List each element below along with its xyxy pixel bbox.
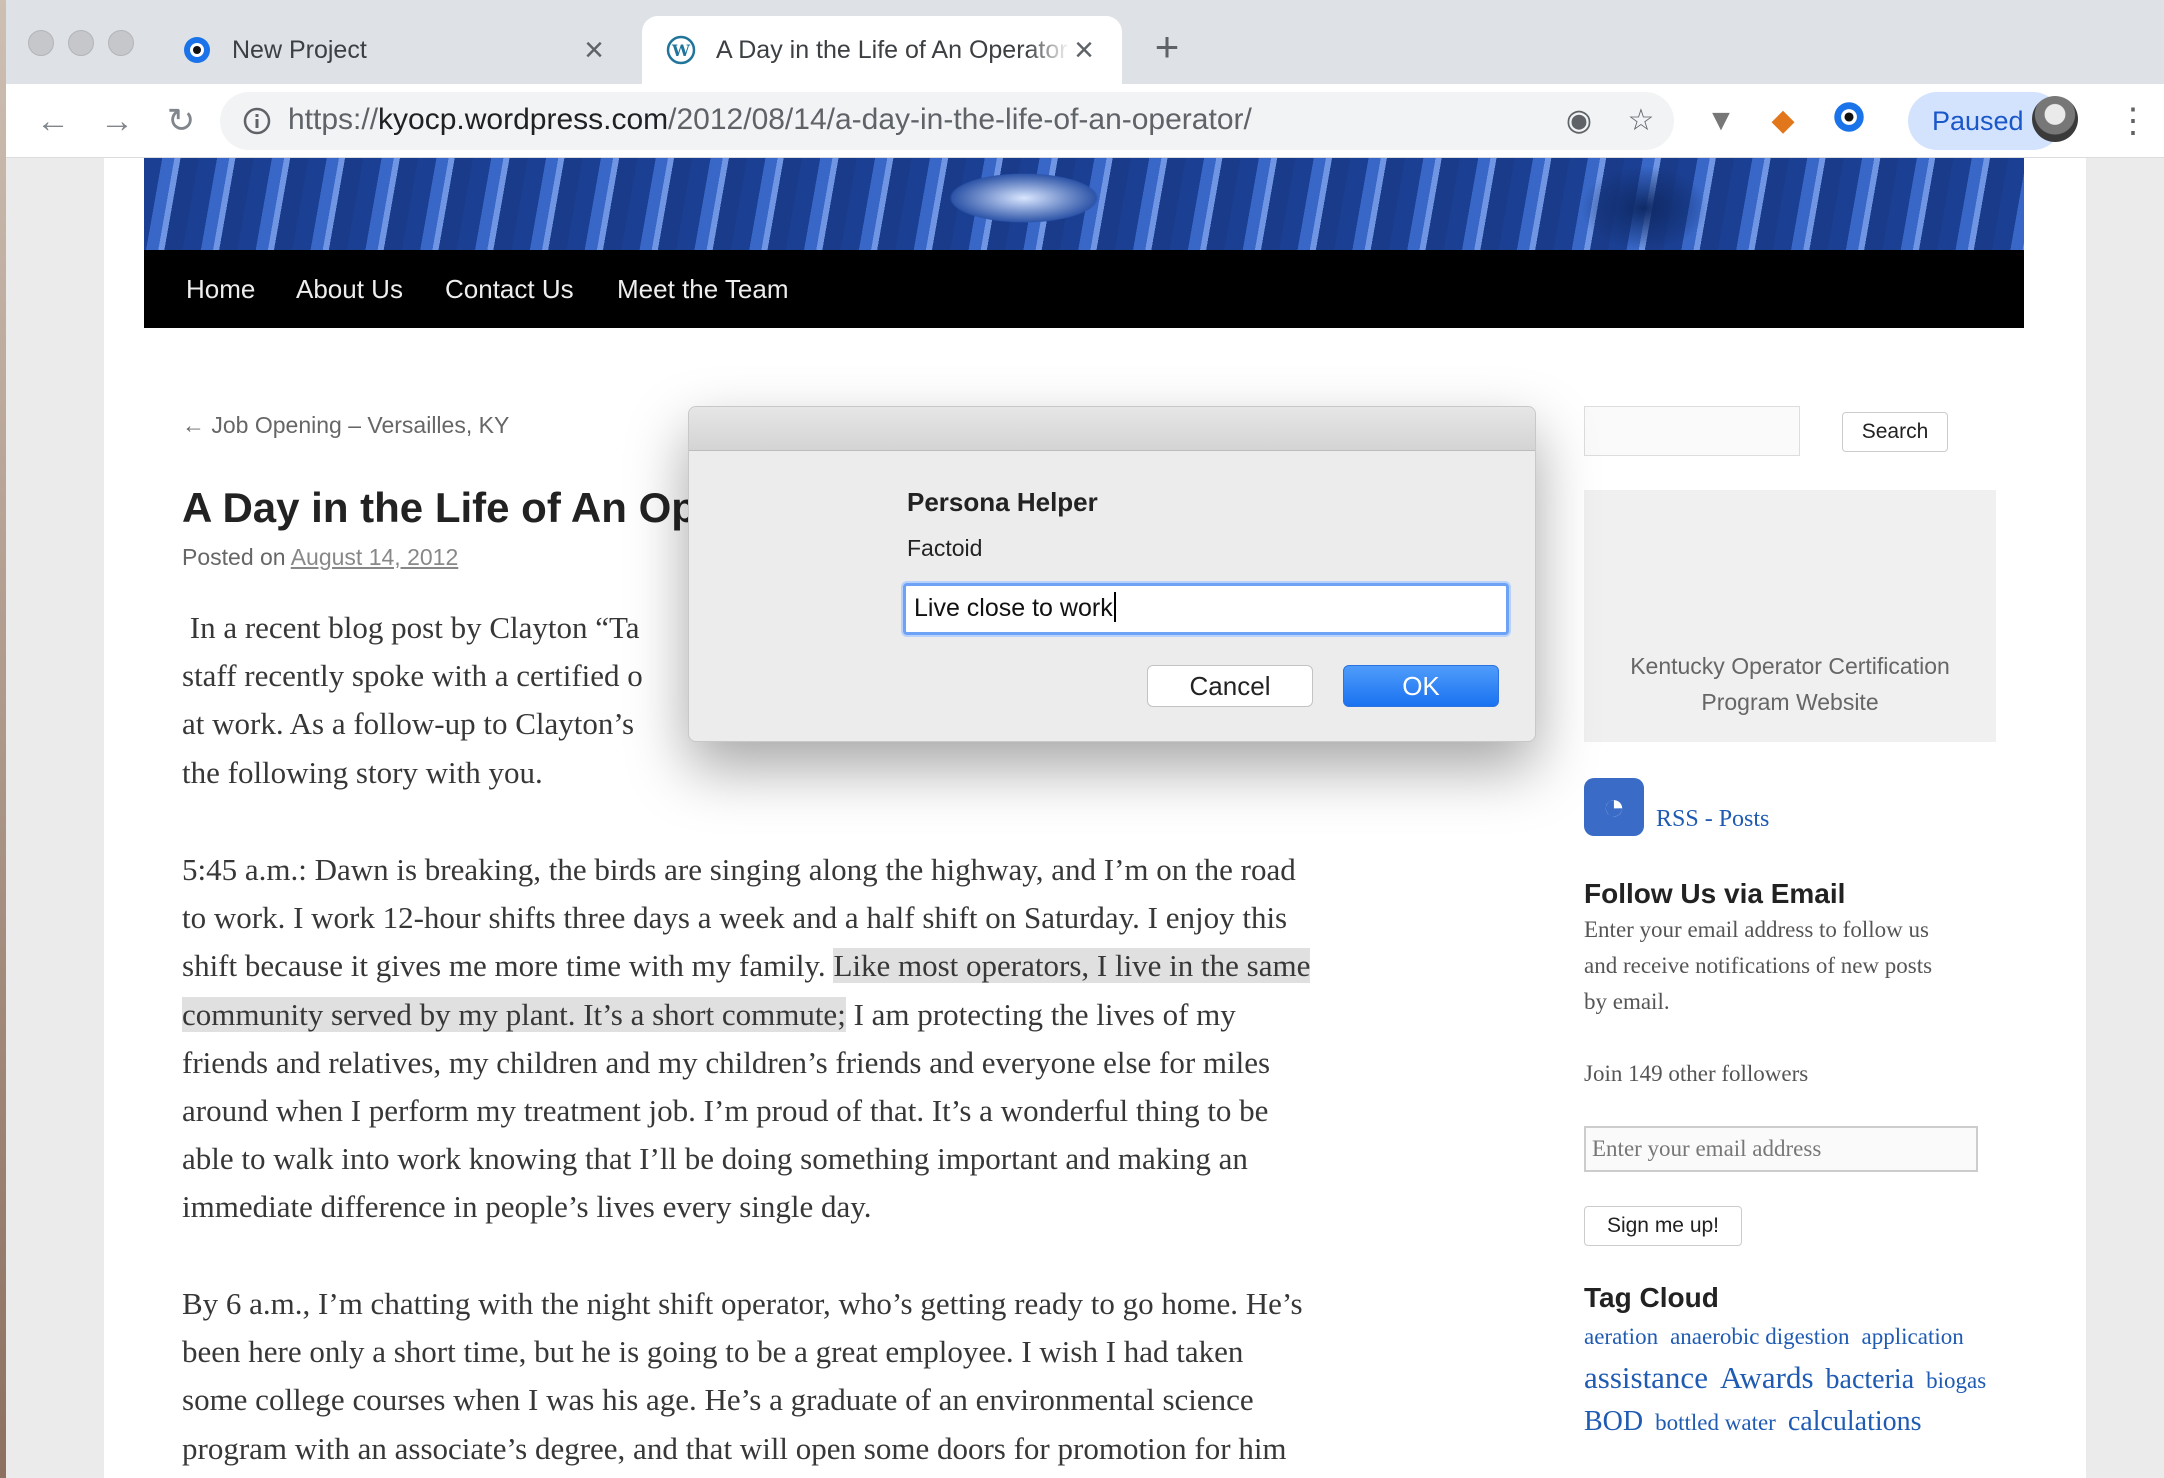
dialog-title: Persona Helper: [907, 487, 1098, 517]
header-water-image: [144, 158, 2024, 250]
tag-link[interactable]: Awards: [1720, 1360, 1814, 1395]
post-title: A Day in the Life of An Operator: [182, 484, 702, 531]
tag-link[interactable]: calculations: [1788, 1406, 1922, 1437]
post-paragraph-3: By 6 a.m., I’m chatting with the night s…: [182, 1286, 1303, 1466]
text-caret: [1113, 592, 1116, 622]
project-icon: [184, 37, 210, 63]
tab-close-icon[interactable]: ×: [1070, 33, 1098, 67]
tag-link[interactable]: bottled water: [1655, 1410, 1776, 1435]
cancel-button[interactable]: Cancel: [1147, 665, 1313, 707]
rss-icon[interactable]: ◔: [1584, 778, 1644, 836]
tag-link[interactable]: aeration: [1584, 1324, 1658, 1349]
kocp-caption: Kentucky Operator Certification Program W…: [1630, 653, 1950, 715]
wordpress-icon: W: [666, 35, 696, 65]
forward-icon[interactable]: →: [94, 98, 140, 144]
metamask-fox-icon[interactable]: ◆: [1762, 100, 1804, 142]
previous-post-link[interactable]: ← Job Opening – Versailles, KY: [182, 412, 509, 439]
new-tab-icon[interactable]: +: [1142, 22, 1192, 72]
sidebar-search-button[interactable]: Search: [1842, 412, 1948, 452]
blocked-cookies-icon[interactable]: ◉: [1558, 100, 1600, 142]
tab-close-icon[interactable]: ×: [580, 33, 608, 67]
highlighted-text: Like most operators, I live in the same: [833, 948, 1311, 984]
email-field[interactable]: Enter your email address: [1584, 1126, 1978, 1172]
follow-email-text: Enter your email address to follow us an…: [1584, 917, 1933, 1014]
tag-link[interactable]: application: [1862, 1324, 1964, 1349]
window-minimize-light[interactable]: [68, 30, 94, 56]
tag-link[interactable]: assistance: [1584, 1360, 1708, 1395]
post-paragraph-2: 5:45 a.m.: Dawn is breaking, the birds a…: [182, 852, 1311, 1225]
highlighted-text: community served by my plant. It’s a sho…: [182, 996, 846, 1032]
tag-link[interactable]: bacteria: [1826, 1364, 1915, 1395]
back-icon[interactable]: ←: [30, 98, 76, 144]
profile-avatar[interactable]: [2032, 96, 2078, 142]
nav-home[interactable]: Home: [186, 250, 255, 328]
extension-v-icon[interactable]: ▼: [1700, 100, 1742, 142]
tag-cloud: aeration anaerobic digestion application…: [1584, 1318, 2004, 1445]
sign-me-up-button[interactable]: Sign me up!: [1584, 1206, 1742, 1246]
tag-cloud-title: Tag Cloud: [1584, 1282, 1719, 1313]
tag-link[interactable]: BOD: [1584, 1406, 1643, 1437]
window-zoom-light[interactable]: [108, 30, 134, 56]
nav-about-us[interactable]: About Us: [296, 250, 403, 328]
dialog-label: Factoid: [907, 535, 983, 561]
ok-button[interactable]: OK: [1343, 665, 1499, 707]
sidebar-search-input[interactable]: [1584, 406, 1800, 456]
factoid-input[interactable]: Live close to work: [903, 583, 1509, 635]
info-icon[interactable]: [242, 106, 272, 136]
tag-link[interactable]: biogas: [1926, 1368, 1986, 1393]
post-meta: Posted on August 14, 2012: [182, 544, 459, 570]
reload-icon[interactable]: ↻: [158, 98, 204, 144]
follow-email-title: Follow Us via Email: [1584, 878, 1846, 909]
tab-active-post[interactable]: W A Day in the Life of An Operator ×: [642, 16, 1122, 84]
svg-text:W: W: [671, 41, 691, 60]
rss-posts-link[interactable]: RSS - Posts: [1656, 806, 1769, 833]
tab-label: New Project: [232, 35, 367, 64]
followers-count: Join 149 other followers: [1584, 1061, 1809, 1086]
nav-contact-us[interactable]: Contact Us: [445, 250, 574, 328]
nav-meet-the-team[interactable]: Meet the Team: [617, 250, 789, 328]
browser-window: New Project × W A Day in the Life of An …: [6, 0, 2164, 1478]
persona-helper-dialog: Persona Helper Factoid Live close to wor…: [688, 406, 1536, 742]
url-text[interactable]: https://kyocp.wordpress.com/2012/08/14/a…: [288, 103, 1252, 137]
dialog-titlebar: [689, 407, 1535, 451]
post-date-link[interactable]: August 14, 2012: [291, 544, 459, 570]
menu-kebab-icon[interactable]: ⋮: [2116, 98, 2150, 144]
tab-label: A Day in the Life of An Operator: [716, 35, 1068, 64]
window-close-light[interactable]: [28, 30, 54, 56]
tab-new-project[interactable]: New Project ×: [182, 16, 632, 84]
site-nav: [144, 250, 2024, 328]
extension-circle-icon[interactable]: [1828, 100, 1870, 142]
tag-link[interactable]: anaerobic digestion: [1670, 1324, 1849, 1349]
bookmark-star-icon[interactable]: ☆: [1620, 100, 1662, 142]
